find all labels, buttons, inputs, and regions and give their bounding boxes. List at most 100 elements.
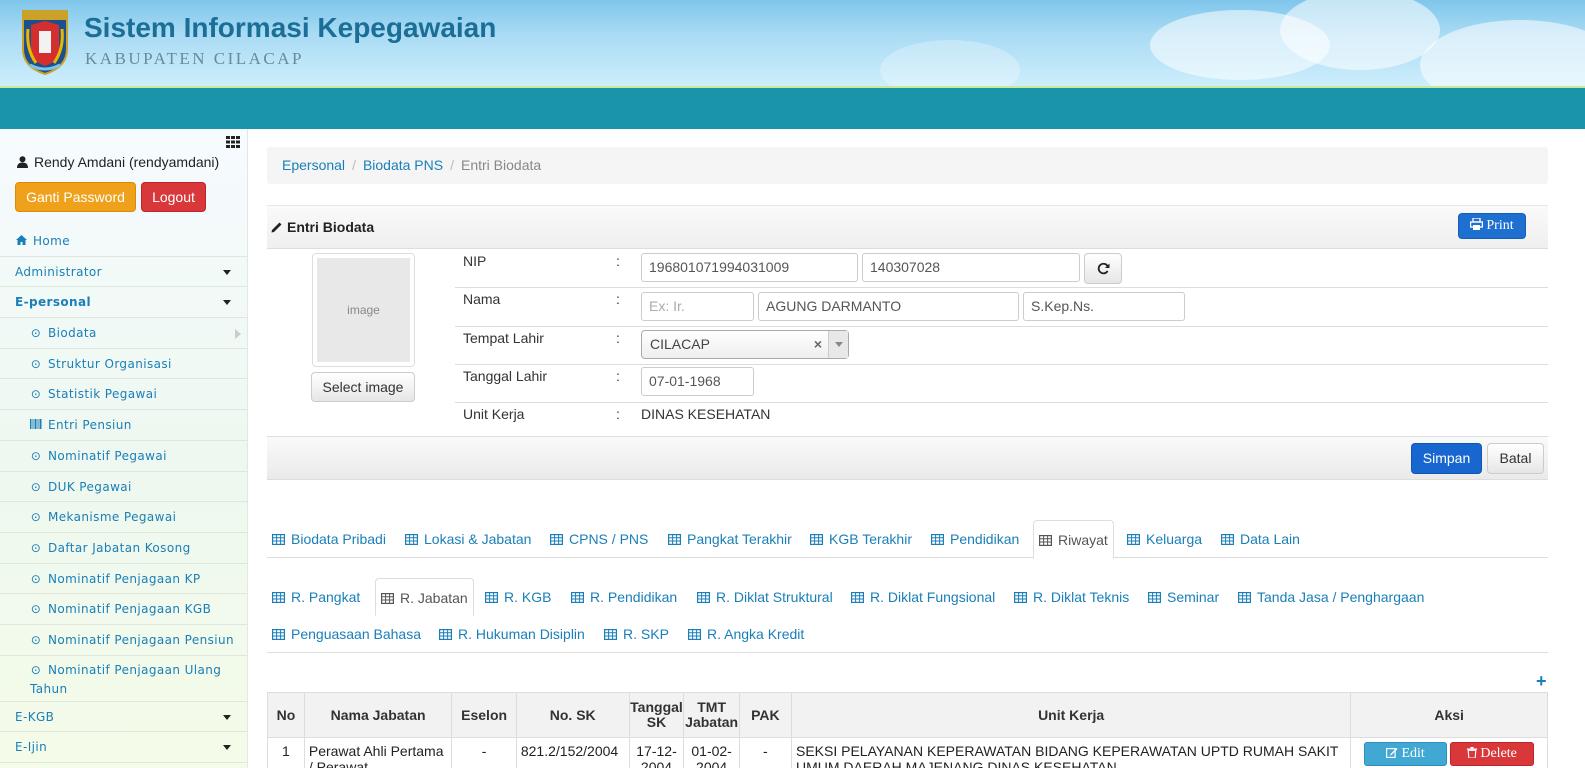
cell-pak: - [738, 737, 793, 768]
nama-label: Nama [463, 291, 501, 307]
riwayat-tabs: R. Pangkat R. Jabatan R. KGB R. Pendidik… [267, 578, 1548, 653]
caret-down-icon [223, 300, 231, 306]
form-actions-bar [267, 436, 1548, 480]
tab-r-diklat-fungsional[interactable]: R. Diklat Fungsional [846, 578, 1000, 616]
table-icon [931, 534, 945, 546]
sidebar-item-mekanisme-pegawai[interactable]: ⊙ Mekanisme Pegawai [0, 502, 247, 533]
tab-pendidikan[interactable]: Pendidikan [926, 520, 1024, 558]
tab-r-kgb[interactable]: R. KGB [480, 578, 556, 616]
riwayat-jabatan-table: No Nama Jabatan Eselon No. SK Tanggal SK… [267, 692, 1548, 768]
form-row-tempat-lahir: Tempat Lahir : [455, 326, 1548, 364]
edit-button[interactable]: Edit [1364, 742, 1448, 766]
sidebar-item-daftar-jabatan-kosong[interactable]: ⊙ Daftar Jabatan Kosong [0, 533, 247, 564]
breadcrumb-epersonal[interactable]: Epersonal [282, 157, 345, 173]
sidebar-item-nominatif-penjagaan-ulang-tahun[interactable]: ⊙ Nominatif Penjagaan Ulang Tahun [0, 656, 247, 702]
tab-seminar[interactable]: Seminar [1143, 578, 1224, 616]
tab-data-lain[interactable]: Data Lain [1216, 520, 1305, 558]
tab-pangkat-terakhir[interactable]: Pangkat Terakhir [663, 520, 797, 558]
circle-arrow-icon: ⊙ [30, 571, 42, 586]
print-button[interactable]: Print [1458, 213, 1526, 239]
nama-input[interactable]: AGUNG DARMANTO [758, 292, 1019, 321]
nip-input[interactable]: 196801071994031009 [641, 253, 858, 282]
cell-no-sk: 821.2/152/2004 [515, 737, 630, 768]
tab-keluarga[interactable]: Keluarga [1122, 520, 1207, 558]
table-icon [604, 629, 618, 641]
table-header-row: No Nama Jabatan Eselon No. SK Tanggal SK… [267, 692, 1548, 738]
table-icon [851, 592, 865, 604]
circle-arrow-icon: ⊙ [30, 540, 42, 555]
tab-biodata-pribadi[interactable]: Biodata Pribadi [267, 520, 391, 558]
sidebar-item-e-kgb[interactable]: E-KGB [0, 702, 247, 733]
table-icon [439, 629, 453, 641]
tab-r-pangkat[interactable]: R. Pangkat [267, 578, 365, 616]
sidebar-item-entri-pensiun[interactable]: Entri Pensiun [0, 410, 247, 441]
caret-down-icon [223, 714, 231, 720]
cell-tmt-jabatan: 01-02-2004 [683, 737, 740, 768]
tab-kgb-terakhir[interactable]: KGB Terakhir [805, 520, 917, 558]
tab-tanda-jasa[interactable]: Tanda Jasa / Penghargaan [1233, 578, 1429, 616]
sidebar-item-biodata[interactable]: ⊙ Biodata [0, 318, 247, 349]
col-aksi: Aksi [1350, 692, 1548, 738]
tab-r-angka-kredit[interactable]: R. Angka Kredit [683, 615, 809, 653]
table-row: 1 Perawat Ahli Pertama / Perawat - 821.2… [267, 737, 1548, 768]
delete-button[interactable]: Delete [1450, 742, 1535, 766]
nip-lama-input[interactable]: 140307028 [862, 253, 1080, 282]
cell-eselon: - [451, 737, 517, 768]
tab-r-jabatan[interactable]: R. Jabatan [375, 578, 474, 616]
photo-placeholder: image [317, 258, 410, 362]
batal-button[interactable]: Batal [1487, 443, 1544, 474]
tanggal-lahir-colon: : [616, 368, 620, 384]
select-image-button[interactable]: Select image [311, 372, 415, 402]
sidebar-item-statistik-pegawai[interactable]: ⊙ Statistik Pegawai [0, 379, 247, 411]
clear-icon[interactable]: × [814, 331, 822, 358]
user-icon [17, 156, 28, 168]
nip-label: NIP [463, 253, 487, 269]
tab-cpns-pns[interactable]: CPNS / PNS [545, 520, 653, 558]
sidebar-item-nominatif-penjagaan-kp[interactable]: ⊙ Nominatif Penjagaan KP [0, 564, 247, 595]
tab-r-hukuman-disiplin[interactable]: R. Hukuman Disiplin [434, 615, 590, 653]
tab-lokasi-jabatan[interactable]: Lokasi & Jabatan [400, 520, 536, 558]
cell-no: 1 [267, 737, 305, 768]
table-icon [485, 592, 499, 604]
add-row-icon[interactable]: + [1536, 672, 1547, 690]
ganti-password-button[interactable]: Ganti Password [15, 182, 136, 212]
circle-arrow-icon: ⊙ [30, 602, 42, 617]
home-icon [15, 226, 27, 256]
table-icon [1221, 534, 1235, 546]
tab-r-diklat-struktural[interactable]: R. Diklat Struktural [692, 578, 838, 616]
sidebar-menu: Home Administrator E-personal ⊙ Biodata ⊙… [0, 226, 247, 763]
circle-arrow-icon: ⊙ [30, 387, 42, 402]
tab-r-pendidikan[interactable]: R. Pendidikan [566, 578, 682, 616]
table-icon [405, 534, 419, 546]
breadcrumb-biodata-pns[interactable]: Biodata PNS [363, 157, 443, 173]
refresh-button[interactable] [1084, 253, 1122, 284]
sidebar-item-nominatif-penjagaan-pensiun[interactable]: ⊙ Nominatif Penjagaan Pensiun [0, 625, 247, 656]
sidebar-item-struktur-organisasi[interactable]: ⊙ Struktur Organisasi [0, 349, 247, 380]
gelar-depan-input[interactable]: Ex: Ir. [641, 292, 754, 321]
photo-preview: image [312, 253, 415, 367]
sidebar-item-nominatif-pegawai[interactable]: ⊙ Nominatif Pegawai [0, 441, 247, 472]
dropdown-arrow-icon[interactable] [828, 331, 848, 358]
sidebar-item-nominatif-penjagaan-kgb[interactable]: ⊙ Nominatif Penjagaan KGB [0, 594, 247, 625]
sidebar-item-administrator[interactable]: Administrator [0, 257, 247, 288]
print-icon [1470, 217, 1484, 230]
unit-kerja-colon: : [616, 406, 620, 422]
simpan-button[interactable]: Simpan [1411, 443, 1482, 474]
grid-toggle-icon[interactable] [226, 136, 240, 148]
logout-button[interactable]: Logout [141, 182, 206, 212]
cilacap-logo [22, 10, 68, 75]
sidebar-item-duk-pegawai[interactable]: ⊙ DUK Pegawai [0, 472, 247, 503]
trash-icon [1467, 747, 1478, 759]
gelar-belakang-input[interactable]: S.Kep.Ns. [1023, 292, 1185, 321]
sidebar-item-home[interactable]: Home [0, 226, 247, 257]
sidebar-item-e-ijin[interactable]: E-Ijin [0, 732, 247, 763]
table-icon [1148, 592, 1162, 604]
tempat-lahir-select[interactable]: CILACAP × [641, 330, 849, 359]
tab-r-diklat-teknis[interactable]: R. Diklat Teknis [1009, 578, 1134, 616]
sidebar-item-e-personal[interactable]: E-personal [0, 287, 247, 319]
tab-riwayat[interactable]: Riwayat [1033, 520, 1114, 559]
tab-r-skp[interactable]: R. SKP [599, 615, 674, 653]
tab-penguasaan-bahasa[interactable]: Penguasaan Bahasa [267, 615, 426, 653]
caret-down-icon [223, 269, 231, 275]
tanggal-lahir-input[interactable]: 07-01-1968 [641, 367, 754, 396]
